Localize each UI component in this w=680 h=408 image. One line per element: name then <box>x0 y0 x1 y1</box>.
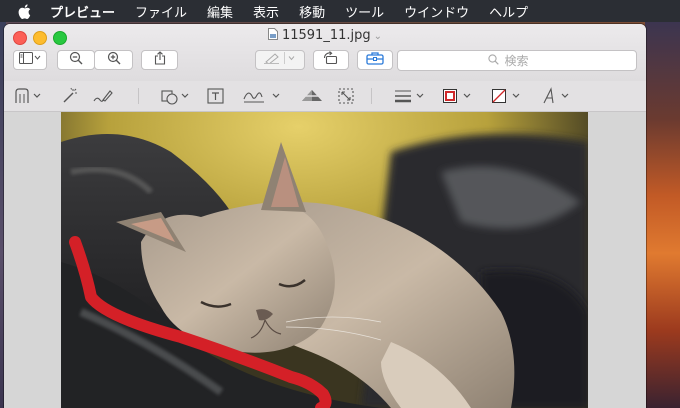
border-color-icon[interactable] <box>442 87 476 105</box>
menu-app-name[interactable]: プレビュー <box>50 2 115 21</box>
toolbox-icon <box>366 51 384 69</box>
document-canvas <box>4 112 646 408</box>
instant-alpha-icon[interactable] <box>59 87 79 105</box>
share-button[interactable] <box>141 50 178 70</box>
sidebar-icon <box>19 52 41 68</box>
menu-edit[interactable]: 編集 <box>207 2 233 21</box>
desktop-background <box>645 22 680 408</box>
shapes-icon[interactable] <box>160 87 192 105</box>
font-style-icon[interactable] <box>541 87 575 105</box>
text-icon[interactable] <box>206 87 226 105</box>
rotate-icon <box>322 51 340 69</box>
search-field[interactable] <box>397 50 637 71</box>
markup-toolbar-button[interactable] <box>357 50 393 70</box>
sidebar-button[interactable] <box>13 50 47 70</box>
menu-help[interactable]: ヘルプ <box>489 2 528 21</box>
sign-icon[interactable] <box>242 87 284 105</box>
toolbar-divider <box>371 88 372 104</box>
search-input[interactable] <box>502 52 547 69</box>
menu-tools[interactable]: ツール <box>345 2 384 21</box>
line-style-icon[interactable] <box>393 87 427 105</box>
zoom-out-button[interactable] <box>57 50 95 70</box>
window-title[interactable]: 11591_11.jpg ⌄ <box>4 28 646 43</box>
zoom-out-icon <box>69 51 83 69</box>
toolbar-divider <box>138 88 139 104</box>
highlight-button[interactable] <box>255 50 305 70</box>
menu-go[interactable]: 移動 <box>299 2 325 21</box>
preview-window: 11591_11.jpg ⌄ <box>4 24 646 408</box>
chevron-down-icon[interactable]: ⌄ <box>374 31 382 42</box>
share-icon <box>154 51 166 69</box>
highlighter-icon <box>263 52 297 68</box>
sketch-icon[interactable] <box>92 87 114 105</box>
menu-file[interactable]: ファイル <box>135 2 187 21</box>
zoom-in-icon <box>107 51 121 69</box>
rect-selection-icon[interactable] <box>12 87 44 105</box>
menu-view[interactable]: 表示 <box>253 2 279 21</box>
rotate-button[interactable] <box>313 50 349 70</box>
apple-icon[interactable] <box>18 3 32 19</box>
cat-photo[interactable] <box>61 112 588 408</box>
adjust-size-icon[interactable] <box>337 87 355 105</box>
zoom-in-button[interactable] <box>94 50 133 70</box>
window-title-text: 11591_11.jpg <box>281 28 371 43</box>
menu-bar: プレビュー ファイル 編集 表示 移動 ツール ウインドウ ヘルプ <box>0 0 680 22</box>
fill-color-icon[interactable] <box>491 87 525 105</box>
search-icon <box>487 53 499 68</box>
menu-window[interactable]: ウインドウ <box>404 2 469 21</box>
document-icon <box>267 28 278 40</box>
markup-toolbar <box>4 81 646 112</box>
adjust-color-icon[interactable] <box>299 87 325 105</box>
